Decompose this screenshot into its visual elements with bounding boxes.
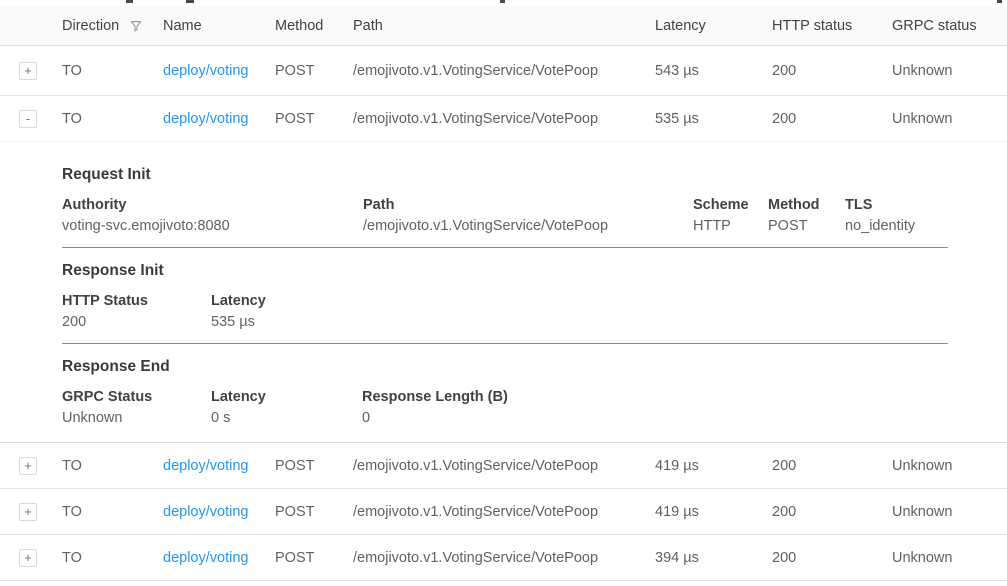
- detail-section-request-init: Request Init Authority voting-svc.emojiv…: [62, 166, 1007, 248]
- cell-grpc-status: Unknown: [892, 63, 1007, 79]
- cell-direction: TO: [62, 63, 163, 79]
- column-header-grpc-status[interactable]: GRPC status: [892, 18, 1007, 34]
- cell-path: /emojivoto.v1.VotingService/VotePoop: [353, 111, 655, 127]
- cell-method: POST: [275, 504, 353, 520]
- cell-path: /emojivoto.v1.VotingService/VotePoop: [353, 550, 655, 566]
- resource-link[interactable]: deploy/voting: [163, 504, 248, 520]
- column-header-direction[interactable]: Direction: [62, 18, 163, 34]
- clipped-text-fragment: [500, 0, 505, 3]
- detail-field-http-status: HTTP Status 200: [62, 293, 211, 330]
- cell-method: POST: [275, 63, 353, 79]
- section-divider: [62, 247, 948, 248]
- expand-row-button[interactable]: +: [19, 549, 37, 567]
- table-header-row: Direction Name Method Path Latency HTTP …: [0, 6, 1007, 46]
- cell-direction: TO: [62, 111, 163, 127]
- table-row-expanded: - TO deploy/voting POST /emojivoto.v1.Vo…: [0, 96, 1007, 142]
- column-header-method[interactable]: Method: [275, 18, 353, 34]
- cell-latency: 394 µs: [655, 550, 772, 566]
- cell-method: POST: [275, 458, 353, 474]
- expand-row-button[interactable]: +: [19, 62, 37, 80]
- table-row: + TO deploy/voting POST /emojivoto.v1.Vo…: [0, 46, 1007, 96]
- section-title: Response End: [62, 358, 1007, 376]
- cell-direction: TO: [62, 504, 163, 520]
- detail-field-scheme: Scheme HTTP: [693, 197, 768, 234]
- detail-field-method: Method POST: [768, 197, 845, 234]
- detail-field-latency: Latency 535 µs: [211, 293, 266, 330]
- cell-direction: TO: [62, 458, 163, 474]
- cell-path: /emojivoto.v1.VotingService/VotePoop: [353, 458, 655, 474]
- detail-field-grpc-status: GRPC Status Unknown: [62, 389, 211, 426]
- detail-field-latency: Latency 0 s: [211, 389, 362, 426]
- cell-latency: 419 µs: [655, 504, 772, 520]
- table-row: + TO deploy/voting POST /emojivoto.v1.Vo…: [0, 443, 1007, 489]
- clipped-top-strip: [0, 0, 1007, 6]
- cell-http-status: 200: [772, 63, 892, 79]
- expand-row-button[interactable]: +: [19, 503, 37, 521]
- cell-grpc-status: Unknown: [892, 504, 1007, 520]
- resource-link[interactable]: deploy/voting: [163, 550, 248, 566]
- cell-direction: TO: [62, 550, 163, 566]
- section-divider: [62, 343, 948, 344]
- section-title: Response Init: [62, 262, 1007, 280]
- column-header-direction-label: Direction: [62, 18, 119, 34]
- section-title: Request Init: [62, 166, 1007, 184]
- column-header-path[interactable]: Path: [353, 18, 655, 34]
- detail-field-path: Path /emojivoto.v1.VotingService/VotePoo…: [363, 197, 693, 234]
- clipped-text-fragment: [126, 0, 133, 3]
- cell-http-status: 200: [772, 458, 892, 474]
- filter-icon[interactable]: [129, 19, 143, 33]
- clipped-text-fragment: [997, 0, 1002, 3]
- detail-field-response-length: Response Length (B) 0: [362, 389, 508, 426]
- cell-grpc-status: Unknown: [892, 458, 1007, 474]
- resource-link[interactable]: deploy/voting: [163, 458, 248, 474]
- collapse-row-button[interactable]: -: [19, 110, 37, 128]
- detail-section-response-init: Response Init HTTP Status 200 Latency 53…: [62, 262, 1007, 344]
- clipped-text-fragment: [186, 0, 194, 3]
- detail-field-authority: Authority voting-svc.emojivoto:8080: [62, 197, 363, 234]
- cell-grpc-status: Unknown: [892, 111, 1007, 127]
- cell-http-status: 200: [772, 550, 892, 566]
- cell-http-status: 200: [772, 504, 892, 520]
- expanded-row-detail: Request Init Authority voting-svc.emojiv…: [0, 142, 1007, 443]
- expand-row-button[interactable]: +: [19, 457, 37, 475]
- cell-grpc-status: Unknown: [892, 550, 1007, 566]
- detail-field-tls: TLS no_identity: [845, 197, 915, 234]
- cell-method: POST: [275, 111, 353, 127]
- column-header-name[interactable]: Name: [163, 18, 275, 34]
- cell-latency: 419 µs: [655, 458, 772, 474]
- table-row: + TO deploy/voting POST /emojivoto.v1.Vo…: [0, 489, 1007, 535]
- cell-latency: 535 µs: [655, 111, 772, 127]
- resource-link[interactable]: deploy/voting: [163, 63, 248, 79]
- column-header-http-status[interactable]: HTTP status: [772, 18, 892, 34]
- cell-http-status: 200: [772, 111, 892, 127]
- detail-section-response-end: Response End GRPC Status Unknown Latency…: [62, 358, 1007, 426]
- cell-latency: 543 µs: [655, 63, 772, 79]
- resource-link[interactable]: deploy/voting: [163, 111, 248, 127]
- column-header-latency[interactable]: Latency: [655, 18, 772, 34]
- cell-method: POST: [275, 550, 353, 566]
- table-row: + TO deploy/voting POST /emojivoto.v1.Vo…: [0, 535, 1007, 581]
- cell-path: /emojivoto.v1.VotingService/VotePoop: [353, 504, 655, 520]
- cell-path: /emojivoto.v1.VotingService/VotePoop: [353, 63, 655, 79]
